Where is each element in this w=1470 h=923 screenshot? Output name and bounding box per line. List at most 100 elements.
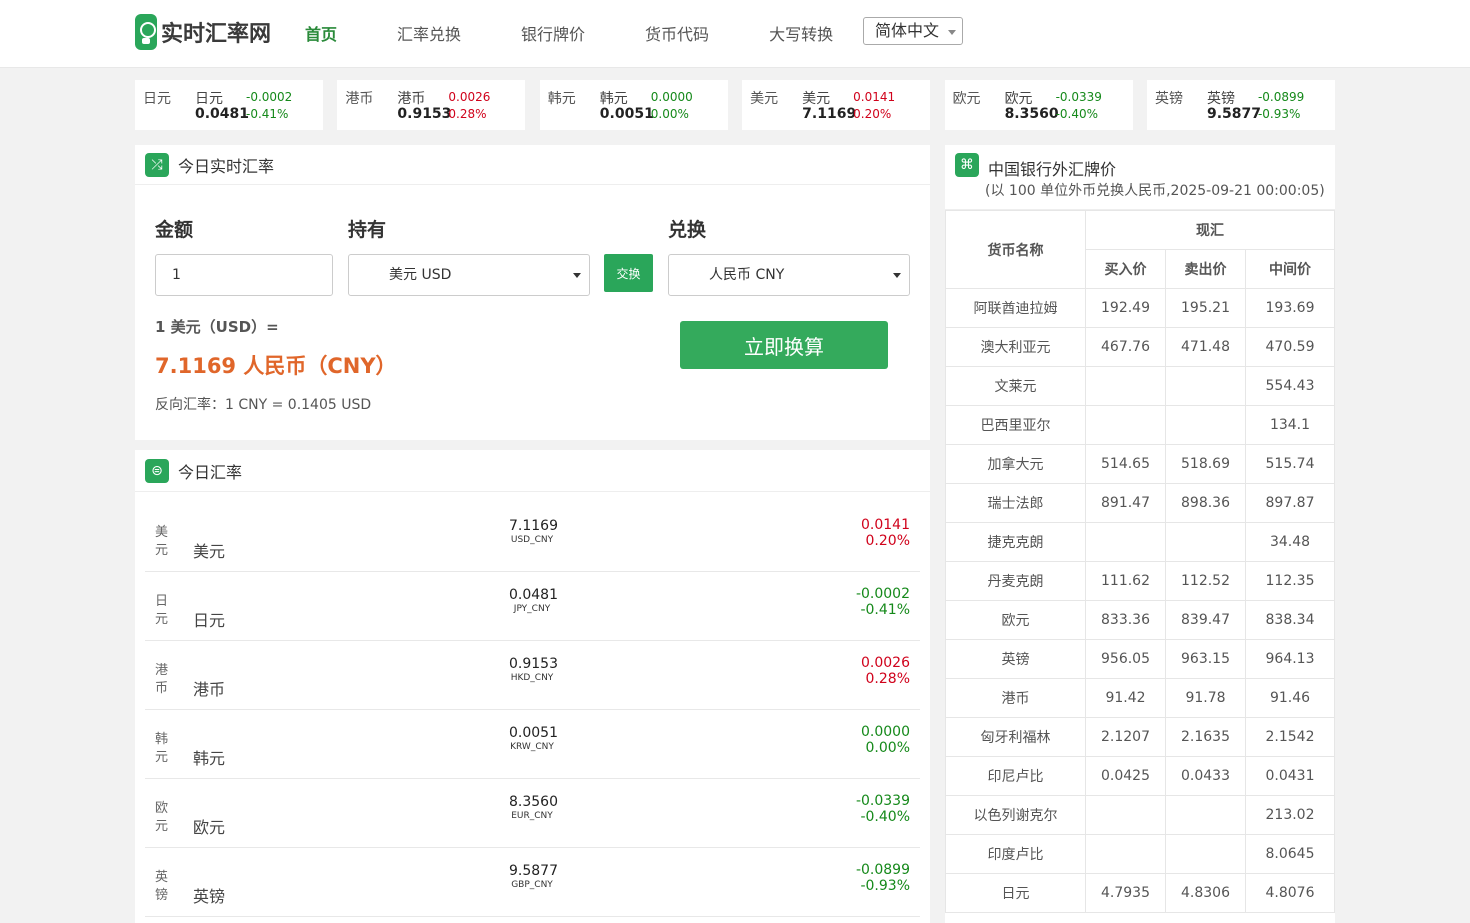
ticker-value: 0.0051 xyxy=(599,106,654,122)
buy-price: 891.47 xyxy=(1085,483,1166,523)
mid-price: 2.1542 xyxy=(1245,717,1335,757)
sell-price xyxy=(1165,522,1246,562)
sell-price: 518.69 xyxy=(1165,444,1246,484)
ticker-value: 8.3560 xyxy=(1004,106,1059,122)
mid-price: 134.1 xyxy=(1245,405,1335,445)
flag-icon: 港币 xyxy=(155,663,169,696)
mid-price: 515.74 xyxy=(1245,444,1335,484)
site-header: 实时汇率网 首页 汇率兑换 银行牌价 货币代码 大写转换 简体中文 xyxy=(0,0,1470,68)
bank-rates-panel: ⌘ 中国银行外汇牌价 (以 100 单位外币兑换人民币,2025-09-21 0… xyxy=(945,145,1335,923)
ticker-card[interactable]: 英镑 英镑 9.5877 -0.0899 -0.93% xyxy=(1146,80,1335,130)
ticker-change: 0.0141 xyxy=(853,90,896,104)
ticker-percent: -0.40% xyxy=(1055,107,1099,121)
rate-code: USD_CNY xyxy=(510,535,554,545)
rate-code: EUR_CNY xyxy=(511,811,553,821)
table-row: 瑞士法郎 891.47 898.36 897.87 xyxy=(945,483,1335,523)
rate-row[interactable]: 日元 日元 0.0481 JPY_CNY -0.0002 -0.41% xyxy=(145,572,920,641)
rate-row[interactable]: 欧元 欧元 8.3560 EUR_CNY -0.0339 -0.40% xyxy=(145,779,920,848)
mid-price: 8.0645 xyxy=(1245,834,1335,874)
bank-title: 中国银行外汇牌价 xyxy=(988,160,1117,179)
currency-name: 印度卢比 xyxy=(945,834,1086,874)
swap-button[interactable]: 交换 xyxy=(604,254,653,292)
nav-exchange[interactable]: 汇率兑换 xyxy=(397,21,461,45)
table-row: 丹麦克朗 111.62 112.52 112.35 xyxy=(945,561,1335,601)
sell-price xyxy=(1165,795,1246,835)
language-select[interactable]: 简体中文 xyxy=(863,17,963,45)
rate-percent: 0.00% xyxy=(865,740,910,756)
converter-title: 今日实时汇率 xyxy=(178,156,275,176)
ticker-name: 港币 xyxy=(397,91,426,107)
ticker-card[interactable]: 韩元 韩元 0.0051 0.0000 0.00% xyxy=(539,80,728,130)
rate-value: 7.1169 xyxy=(509,518,558,534)
ticker-name: 日元 xyxy=(195,91,223,107)
rate-percent: 0.28% xyxy=(865,671,910,687)
mid-price: 213.02 xyxy=(1245,795,1335,835)
rate-value: 9.5877 xyxy=(509,863,558,879)
currency-name: 欧元 xyxy=(945,600,1086,640)
ticker-value: 9.5877 xyxy=(1206,106,1261,122)
table-row: 加拿大元 514.65 518.69 515.74 xyxy=(945,444,1335,484)
col-sell: 卖出价 xyxy=(1165,249,1246,289)
currency-name: 匈牙利福林 xyxy=(945,717,1086,757)
nav-currency-codes[interactable]: 货币代码 xyxy=(645,21,709,45)
mid-price: 112.35 xyxy=(1245,561,1335,601)
buy-price: 514.65 xyxy=(1085,444,1166,484)
ticker-card[interactable]: 港币 港币 0.9153 0.0026 0.28% xyxy=(337,80,526,130)
rate-row[interactable]: 英镑 英镑 9.5877 GBP_CNY -0.0899 -0.93% xyxy=(145,848,920,917)
result-to: 7.1169 人民币（CNY） xyxy=(155,354,397,378)
sell-price: 91.78 xyxy=(1165,678,1246,718)
rate-percent: 0.20% xyxy=(865,533,910,549)
sell-price: 0.0433 xyxy=(1165,756,1246,796)
rate-code: HKD_CNY xyxy=(510,673,554,683)
currency-name: 以色列谢克尔 xyxy=(945,795,1086,835)
sell-price: 839.47 xyxy=(1165,600,1246,640)
amount-input[interactable]: 1 xyxy=(155,254,333,296)
rate-name: 韩元 xyxy=(193,749,226,768)
currency-name: 澳大利亚元 xyxy=(945,327,1086,367)
rates-icon: ⊜ xyxy=(145,458,169,483)
rate-name: 英镑 xyxy=(193,887,226,906)
bank-header: ⌘ 中国银行外汇牌价 (以 100 单位外币兑换人民币,2025-09-21 0… xyxy=(945,145,1335,210)
rate-row[interactable]: 韩元 韩元 0.0051 KRW_CNY 0.0000 0.00% xyxy=(145,710,920,779)
ticker-card[interactable]: 日元 日元 0.0481 -0.0002 -0.41% xyxy=(135,80,323,130)
table-row: 以色列谢克尔 213.02 xyxy=(945,795,1335,835)
table-row: 捷克克朗 34.48 xyxy=(945,522,1335,562)
sell-price: 4.8306 xyxy=(1165,873,1246,913)
nav-home[interactable]: 首页 xyxy=(305,21,337,45)
rate-value: 0.0051 xyxy=(509,725,558,741)
ticker-card[interactable]: 欧元 欧元 8.3560 -0.0339 -0.40% xyxy=(944,80,1133,130)
rate-row[interactable]: 美元 美元 7.1169 USD_CNY 0.0141 0.20% xyxy=(145,503,920,572)
ticker-change: 0.0026 xyxy=(448,90,491,104)
currency-name: 英镑 xyxy=(945,639,1086,679)
sell-price: 963.15 xyxy=(1165,639,1246,679)
rate-change: 0.0026 xyxy=(861,655,910,671)
sell-price xyxy=(1165,366,1246,406)
sell-price: 112.52 xyxy=(1165,561,1246,601)
logo-icon xyxy=(135,14,157,50)
buy-price xyxy=(1085,522,1166,562)
mid-price: 470.59 xyxy=(1245,327,1335,367)
nav-uppercase-convert[interactable]: 大写转换 xyxy=(769,21,833,45)
ticker-card[interactable]: 美元 美元 7.1169 0.0141 0.20% xyxy=(742,80,931,130)
site-logo[interactable]: 实时汇率网 xyxy=(135,13,271,51)
buy-price: 833.36 xyxy=(1085,600,1166,640)
rate-code: JPY_CNY xyxy=(513,604,551,614)
convert-button[interactable]: 立即换算 xyxy=(680,321,888,369)
rate-row[interactable]: 港币 港币 0.9153 HKD_CNY 0.0026 0.28% xyxy=(145,641,920,710)
currency-name: 巴西里亚尔 xyxy=(945,405,1086,445)
table-row: 匈牙利福林 2.1207 2.1635 2.1542 xyxy=(945,717,1335,757)
nav-bank-rates[interactable]: 银行牌价 xyxy=(521,21,585,45)
rate-change: 0.0000 xyxy=(861,724,910,740)
converter-header: ⤮ 今日实时汇率 xyxy=(135,145,930,185)
rate-percent: -0.93% xyxy=(860,878,910,894)
currency-name: 丹麦克朗 xyxy=(945,561,1086,601)
rate-value: 0.9153 xyxy=(509,656,558,672)
exchange-currency-select[interactable]: 人民币 CNY xyxy=(668,254,910,296)
currency-name: 印尼卢比 xyxy=(945,756,1086,796)
col-currency-name: 货币名称 xyxy=(945,210,1086,289)
buy-price xyxy=(1085,405,1166,445)
hold-currency-select[interactable]: 美元 USD xyxy=(348,254,590,296)
flag-icon: 韩元 xyxy=(547,91,576,107)
table-row: 澳大利亚元 467.76 471.48 470.59 xyxy=(945,327,1335,367)
mid-price: 897.87 xyxy=(1245,483,1335,523)
